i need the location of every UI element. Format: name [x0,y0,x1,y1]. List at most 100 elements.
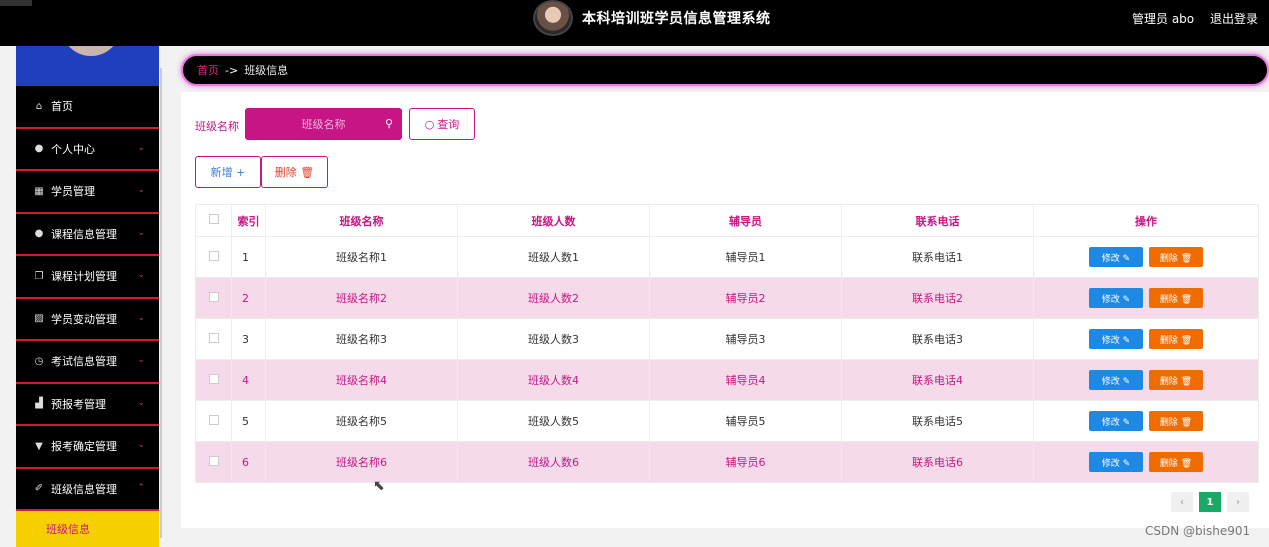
row-select-cell[interactable] [195,318,232,360]
sidebar-item-3[interactable]: ● 课程信息管理 ⌄ [16,214,159,256]
delete-button[interactable]: 删除 🗑 [261,156,328,188]
cell-class-name: 班级名称6 [265,441,458,483]
page-1-button[interactable]: 1 [1199,492,1221,512]
chevron-icon: ⌃ [137,482,145,493]
search-input[interactable]: 班级名称 ⚲ [245,108,402,140]
cell-class-size: 班级人数2 [457,277,650,319]
sidebar-item-label: 报考确定管理 [51,440,117,454]
page-title: 本科培训班学员信息管理系统 [582,11,771,27]
chevron-icon: ⌄ [137,355,145,365]
cell-index: 1 [231,236,266,278]
row-delete-button[interactable]: 删除 🗑 [1149,288,1203,308]
cell-actions: 修改 ✎ 删除 🗑 [1033,277,1259,319]
edit-button[interactable]: 修改 ✎ [1089,288,1143,308]
class-table: 索引 班级名称 班级人数 辅导员 联系电话 操作 1 班级名称1 班级人数1 辅导员1… [195,204,1259,483]
admin-label: 管理员 abo [1132,12,1195,26]
mouse-cursor-icon: ⬉ [373,478,385,494]
grid-icon: ▦ [34,185,44,197]
row-checkbox[interactable] [208,414,219,425]
cell-index: 5 [231,400,266,442]
cell-phone: 联系电话2 [841,277,1034,319]
cell-class-size: 班级人数1 [457,236,650,278]
select-all-checkbox[interactable] [208,214,219,224]
row-delete-button[interactable]: 删除 🗑 [1149,329,1203,349]
row-select-cell[interactable] [195,400,232,442]
sidebar-item-4[interactable]: ❐ 课程计划管理 ⌄ [16,256,159,299]
row-checkbox[interactable] [208,373,219,384]
cell-counselor: 辅导员4 [649,359,842,401]
search-placeholder: 班级名称 [301,118,346,131]
sidebar-item-8[interactable]: ▼ 报考确定管理 ⌄ [16,426,159,469]
row-select-cell[interactable] [195,236,232,278]
table-row: 2 班级名称2 班级人数2 辅导员2 联系电话2 修改 ✎ 删除 🗑 [195,277,1259,319]
logout-link[interactable]: 退出登录 [1210,10,1258,27]
header-actions: 操作 [1033,204,1259,237]
sidebar-item-5[interactable]: ▨ 学员变动管理 ⌄ [16,299,159,341]
cell-counselor: 辅导员5 [649,400,842,442]
sidebar-item-0[interactable]: ⌂ 首页 [16,86,159,129]
cell-class-size: 班级人数5 [457,400,650,442]
submenu-class-info[interactable]: 班级信息 [16,511,159,547]
edit-button[interactable]: 修改 ✎ [1089,370,1143,390]
sidebar-item-label: 课程计划管理 [51,270,117,284]
header-index: 索引 [231,204,266,237]
sidebar-scrollbar[interactable] [160,68,162,538]
add-button[interactable]: 新增 + [195,156,261,188]
cell-class-name: 班级名称2 [265,277,458,319]
chevron-icon: ⌄ [137,185,145,195]
top-bar: 本科培训班学员信息管理系统 管理员 abo 退出登录 [0,0,1269,46]
cell-class-size: 班级人数4 [457,359,650,401]
row-select-cell[interactable] [195,359,232,401]
row-delete-button[interactable]: 删除 🗑 [1149,247,1203,267]
edit-button[interactable]: 修改 ✎ [1089,411,1143,431]
home-icon: ⌂ [35,100,43,112]
profile-avatar [61,46,121,56]
chevron-icon: ⌄ [137,270,145,280]
prev-page-button[interactable]: ‹ [1171,492,1193,512]
cell-counselor: 辅导员1 [649,236,842,278]
pagination: ‹ 1 › [1171,492,1249,512]
table-header-row: 索引 班级名称 班级人数 辅导员 联系电话 操作 [195,204,1259,237]
cell-phone: 联系电话1 [841,236,1034,278]
row-checkbox[interactable] [208,332,219,343]
watermark: CSDN @bishe901 [1145,524,1251,538]
row-select-cell[interactable] [195,277,232,319]
table-body: 1 班级名称1 班级人数1 辅导员1 联系电话1 修改 ✎ 删除 🗑 2 班级名称2 班级人数2 辅… [195,236,1259,483]
header-class-name: 班级名称 [265,204,458,237]
search-icon: ⚲ [384,117,393,130]
window-corner [0,0,32,6]
sidebar-item-7[interactable]: ▟ 预报考管理 ⌄ [16,384,159,426]
row-checkbox[interactable] [208,455,219,466]
cell-class-size: 班级人数6 [457,441,650,483]
chevron-icon: ⌄ [137,142,145,153]
cell-actions: 修改 ✎ 删除 🗑 [1033,318,1259,360]
cell-class-size: 班级人数3 [457,318,650,360]
row-delete-button[interactable]: 删除 🗑 [1149,370,1203,390]
sidebar-item-label: 学员变动管理 [51,312,117,326]
cell-counselor: 辅导员6 [649,441,842,483]
edit-button[interactable]: 修改 ✎ [1089,452,1143,472]
sidebar-item-1[interactable]: ● 个人中心 ⌄ [16,129,159,171]
thumb-icon: ▟ [35,398,43,410]
sidebar-item-6[interactable]: ◷ 考试信息管理 ⌄ [16,341,159,384]
sidebar-item-label: 个人中心 [51,142,95,156]
next-page-button[interactable]: › [1227,492,1249,512]
header-select-all[interactable] [195,204,232,237]
query-button[interactable]: ○ 查询 [409,108,475,140]
row-checkbox[interactable] [208,250,219,261]
edit-button[interactable]: 修改 ✎ [1089,329,1143,349]
cell-phone: 联系电话5 [841,400,1034,442]
cell-index: 3 [231,318,266,360]
query-button-label: 查询 [437,118,460,131]
chevron-icon: ⌄ [137,397,145,408]
cell-counselor: 辅导员2 [649,277,842,319]
row-delete-button[interactable]: 删除 🗑 [1149,452,1203,472]
row-delete-button[interactable]: 删除 🗑 [1149,411,1203,431]
row-checkbox[interactable] [208,291,219,302]
sidebar-item-2[interactable]: ▦ 学员管理 ⌄ [16,171,159,214]
breadcrumb-home[interactable]: 首页 [197,62,219,78]
sidebar-item-9[interactable]: ✐ 班级信息管理 ⌃ [16,469,159,511]
row-select-cell[interactable] [195,441,232,483]
edit-button[interactable]: 修改 ✎ [1089,247,1143,267]
sidebar-item-label: 班级信息管理 [51,482,117,496]
